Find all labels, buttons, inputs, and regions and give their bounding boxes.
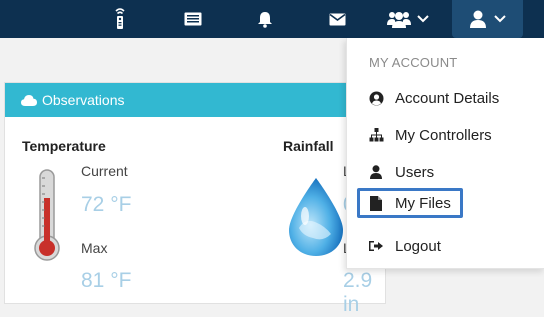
menu-item-label: Account Details xyxy=(395,89,500,107)
temperature-title: Temperature xyxy=(22,138,106,154)
account-dropdown-menu: MY ACCOUNT Account Details My Controller… xyxy=(346,38,544,269)
menu-item-label: Logout xyxy=(395,237,441,255)
current-label: Current xyxy=(81,163,128,179)
user-icon xyxy=(361,165,391,179)
water-drop-icon xyxy=(289,178,343,256)
remote-icon[interactable] xyxy=(110,0,130,38)
menu-item-label: My Controllers xyxy=(395,126,492,144)
panel-header: Observations xyxy=(5,83,385,117)
max-label: Max xyxy=(81,240,108,256)
observations-panel: Observations Temperature Current 72 °F M… xyxy=(4,82,386,316)
users-menu-button[interactable] xyxy=(387,0,429,38)
chevron-down-icon xyxy=(493,15,506,23)
top-navbar xyxy=(0,0,544,38)
users-icon xyxy=(387,12,411,28)
current-temperature-value: 72 °F xyxy=(81,193,132,216)
account-menu-button[interactable] xyxy=(452,0,523,38)
rainfall-value-2: 2.9 in xyxy=(343,269,373,316)
bell-icon[interactable] xyxy=(255,0,275,38)
thermometer-icon xyxy=(34,169,60,261)
chevron-down-icon xyxy=(417,15,429,23)
envelope-icon[interactable] xyxy=(327,0,347,38)
user-circle-icon xyxy=(361,91,391,106)
menu-header: MY ACCOUNT xyxy=(369,55,458,70)
max-temperature-value: 81 °F xyxy=(81,269,132,292)
menu-item-label: My Files xyxy=(395,194,451,212)
menu-item-my-files[interactable]: My Files xyxy=(357,188,463,218)
menu-item-account-details[interactable]: Account Details xyxy=(357,83,527,113)
menu-item-logout[interactable]: Logout xyxy=(357,231,527,261)
sign-out-icon xyxy=(361,240,391,252)
cloud-icon xyxy=(21,94,37,106)
newspaper-icon[interactable] xyxy=(183,0,203,38)
menu-item-label: Users xyxy=(395,163,435,181)
user-icon xyxy=(469,10,486,28)
panel-title: Observations xyxy=(42,92,125,108)
file-icon xyxy=(361,195,391,211)
menu-item-my-controllers[interactable]: My Controllers xyxy=(357,120,527,150)
menu-item-users[interactable]: Users xyxy=(357,157,527,187)
rainfall-title: Rainfall xyxy=(283,138,334,154)
sitemap-icon xyxy=(361,128,391,142)
